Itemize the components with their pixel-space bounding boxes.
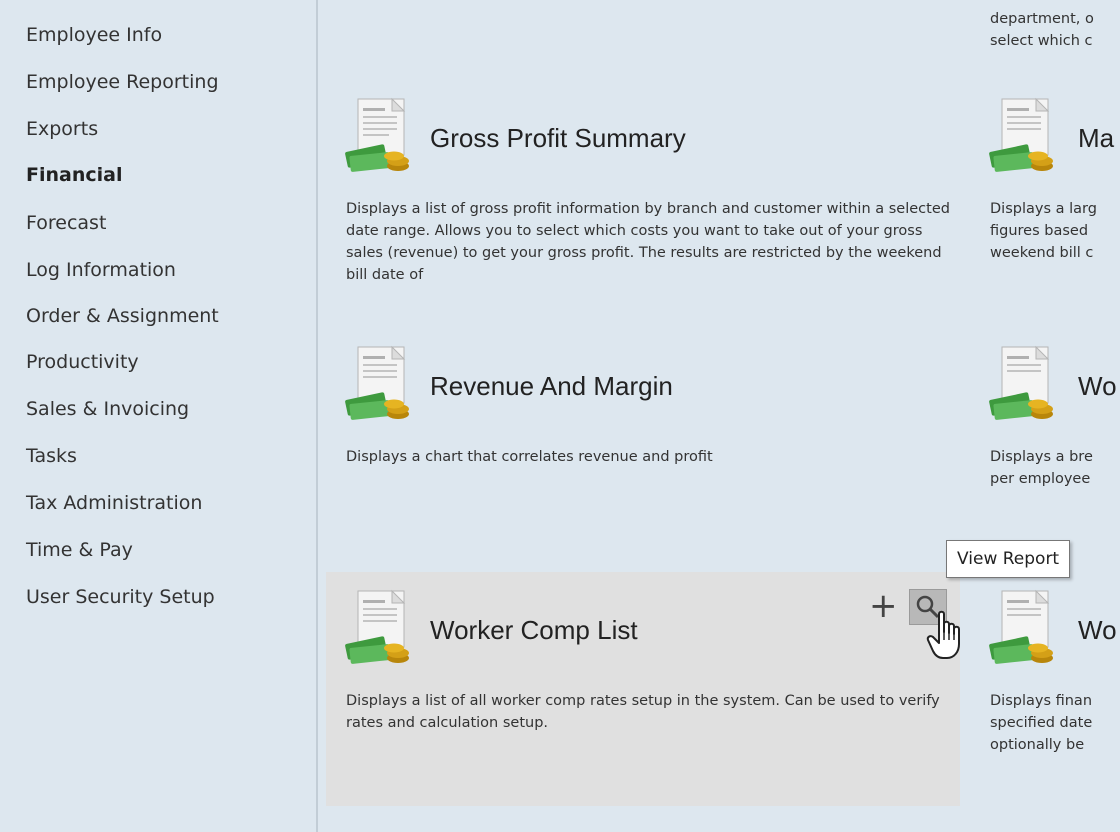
sidebar-item-time-pay[interactable]: Time & Pay xyxy=(26,538,133,562)
report-card-ma-partial[interactable]: Ma Displays a larg figures based weekend… xyxy=(970,80,1120,320)
report-title[interactable]: Revenue And Margin xyxy=(430,371,673,402)
sidebar: Employee Info Employee Reporting Exports… xyxy=(0,0,318,832)
report-card-gross-profit-summary[interactable]: Gross Profit Summary Displays a list of … xyxy=(326,80,960,320)
report-title[interactable]: Ma xyxy=(1078,123,1114,154)
report-document-money-icon xyxy=(989,97,1053,172)
report-description: Displays finan specified date optionally… xyxy=(990,690,1120,756)
sidebar-item-productivity[interactable]: Productivity xyxy=(26,350,139,374)
report-card-partial-top-right[interactable]: department, o select which c xyxy=(970,0,1120,68)
report-document-money-icon xyxy=(345,97,409,172)
sidebar-item-sales-invoicing[interactable]: Sales & Invoicing xyxy=(26,397,189,421)
report-description: Displays a chart that correlates revenue… xyxy=(346,449,713,465)
report-document-money-icon xyxy=(345,589,409,664)
sidebar-item-user-security-setup[interactable]: User Security Setup xyxy=(26,585,215,609)
sidebar-item-forecast[interactable]: Forecast xyxy=(26,211,106,235)
report-description: Displays a bre per employee xyxy=(990,446,1120,490)
report-grid: department, o select which c Gross Profi… xyxy=(318,0,1120,832)
report-desc-line: Displays a larg xyxy=(990,201,1097,217)
report-title[interactable]: Wo xyxy=(1078,615,1117,646)
report-card-worker-comp-list[interactable]: Worker Comp List Displays a list of all … xyxy=(326,572,960,806)
report-desc-line: per employee xyxy=(990,471,1091,487)
report-desc-line: optionally be xyxy=(990,737,1085,753)
sidebar-item-log-information[interactable]: Log Information xyxy=(26,258,176,282)
report-title[interactable]: Worker Comp List xyxy=(430,615,638,646)
report-description: Displays a list of all worker comp rates… xyxy=(346,693,940,731)
report-desc-line: weekend bill c xyxy=(990,245,1094,261)
report-desc-line: specified date xyxy=(990,715,1093,731)
report-desc-line: department, o xyxy=(990,11,1094,27)
sidebar-item-employee-reporting[interactable]: Employee Reporting xyxy=(26,70,219,94)
hand-pointer-cursor-icon xyxy=(926,610,960,659)
sidebar-item-tasks[interactable]: Tasks xyxy=(26,444,77,468)
report-title[interactable]: Gross Profit Summary xyxy=(430,123,686,154)
report-card-wo-partial-2[interactable]: Wo Displays finan specified date optiona… xyxy=(970,572,1120,806)
report-desc-line: figures based xyxy=(990,223,1089,239)
report-title[interactable]: Wo xyxy=(1078,371,1117,402)
add-report-button[interactable]: + xyxy=(869,589,898,623)
report-card-wo-partial-1[interactable]: Wo Displays a bre per employee xyxy=(970,328,1120,560)
report-desc-line: Displays a bre xyxy=(990,449,1093,465)
report-description: Displays a list of gross profit informat… xyxy=(346,201,950,283)
sidebar-item-exports[interactable]: Exports xyxy=(26,117,98,141)
report-desc-line: Displays finan xyxy=(990,693,1093,709)
report-desc-line: select which c xyxy=(990,33,1093,49)
report-document-money-icon xyxy=(345,345,409,420)
report-document-money-icon xyxy=(989,589,1053,664)
view-report-tooltip: View Report xyxy=(946,540,1071,578)
report-description: Displays a larg figures based weekend bi… xyxy=(990,198,1120,264)
sidebar-item-tax-administration[interactable]: Tax Administration xyxy=(26,491,202,515)
sidebar-item-financial[interactable]: Financial xyxy=(26,163,122,187)
report-card-revenue-and-margin[interactable]: Revenue And Margin Displays a chart that… xyxy=(326,328,960,560)
sidebar-item-employee-info[interactable]: Employee Info xyxy=(26,23,162,47)
report-card-partial-top-left[interactable] xyxy=(326,0,960,68)
report-document-money-icon xyxy=(989,345,1053,420)
sidebar-item-order-assignment[interactable]: Order & Assignment xyxy=(26,304,219,328)
